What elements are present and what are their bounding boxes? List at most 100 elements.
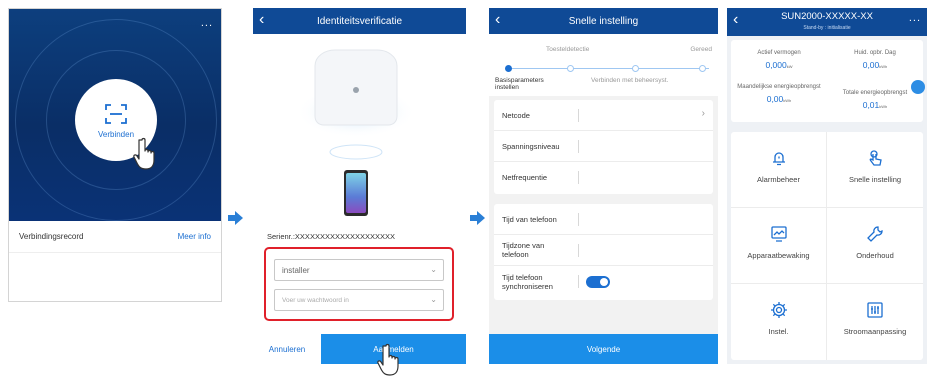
action-bar: Annuleren Aanmelden <box>253 334 466 364</box>
record-label: Verbindingsrecord <box>19 232 84 241</box>
page-title: Identiteitsverificatie <box>316 15 403 27</box>
cancel-button[interactable]: Annuleren <box>253 334 321 364</box>
header: ‹ SUN2000-XXXXX-XX Stand-by : initialisa… <box>727 8 927 36</box>
stat-value: 0,000kW <box>765 60 793 70</box>
device-home-screen: ‹ SUN2000-XXXXX-XX Stand-by : initialisa… <box>727 8 927 364</box>
tile-label: Stroomaanpassing <box>843 327 907 336</box>
field-label: Tijd telefoon synchroniseren <box>502 272 553 291</box>
page-title: Snelle instelling <box>568 15 639 27</box>
step-dot <box>567 65 574 72</box>
tile-power-adjustment[interactable]: Stroomaanpassing <box>827 284 923 360</box>
connect-panel: ... Verbinden <box>9 9 221 221</box>
field-label: Netcode <box>502 110 530 120</box>
connection-record-row: Verbindingsrecord Meer info <box>9 221 221 253</box>
monitor-icon <box>771 226 787 242</box>
divider <box>578 244 579 257</box>
stat-daily-yield: Huid. opbr. Dag 0,00kWh <box>827 50 923 70</box>
more-menu-icon[interactable]: ... <box>909 12 921 24</box>
identity-verification-screen: ‹ Identiteitsverificatie Serienr.:XXXXXX… <box>253 8 466 364</box>
next-button[interactable]: Volgende <box>489 334 718 364</box>
record-panel: Verbindingsrecord Meer info <box>9 221 221 301</box>
step-dot-active <box>505 65 512 72</box>
serial-number: Serienr.:XXXXXXXXXXXXXXXXXXXX <box>267 232 395 241</box>
device-illustration <box>296 49 416 216</box>
device-title: SUN2000-XXXXX-XX <box>781 11 873 22</box>
frequency-row[interactable]: Netfrequentie <box>494 162 713 193</box>
divider <box>578 140 579 153</box>
flow-arrow-icon <box>470 211 485 225</box>
username-select[interactable]: installer ⌄ <box>274 259 444 281</box>
hand-pointer-icon <box>133 137 155 170</box>
netcode-row[interactable]: Netcode › <box>494 100 713 131</box>
more-info-link[interactable]: Meer info <box>178 232 211 241</box>
field-label: Spanningsniveau <box>502 141 560 151</box>
step-line <box>509 68 709 69</box>
divider <box>578 275 579 288</box>
tile-label: Snelle instelling <box>848 175 902 184</box>
header: ‹ Identiteitsverificatie <box>253 8 466 34</box>
header: ‹ Snelle instelling <box>489 8 718 34</box>
grid-settings-card: Netcode › Spanningsniveau Netfrequentie <box>494 100 713 194</box>
device-body: Actief vermogen 0,000kW Huid. opbr. Dag … <box>727 36 927 364</box>
floating-chat-icon[interactable] <box>911 80 925 94</box>
gear-icon <box>771 302 787 318</box>
login-highlight-box: installer ⌄ Voer uw wachtwoord in ⌄ <box>264 247 454 321</box>
tile-settings[interactable]: Instel. <box>731 284 827 360</box>
settings-body: Toesteldetectie Gereed Basisparameters i… <box>489 34 718 334</box>
divider <box>578 213 579 226</box>
password-field[interactable]: Voer uw wachtwoord in ⌄ <box>274 289 444 311</box>
chevron-down-icon: ⌄ <box>430 265 437 274</box>
tile-label: Alarmbeheer <box>757 175 800 184</box>
flow-arrow-icon <box>228 211 243 225</box>
wrench-icon <box>867 226 883 242</box>
chevron-right-icon: › <box>701 108 705 119</box>
phone-time-card: Tijd van telefoon Tijdzone van telefoon … <box>494 204 713 300</box>
step-label-active: Basisparameters instellen <box>495 77 544 91</box>
tile-label: Apparaatbewaking <box>747 251 810 260</box>
step-indicator: Toesteldetectie Gereed Basisparameters i… <box>489 34 718 96</box>
more-menu-icon[interactable]: ... <box>201 17 213 29</box>
password-placeholder: Voer uw wachtwoord in <box>282 296 349 304</box>
stat-value: 0,00kWh <box>862 60 888 70</box>
stat-total-yield: Totale energieopbrengst 0,01kWh <box>827 90 923 110</box>
touch-icon <box>869 150 882 166</box>
field-label: Tijdzone van telefoon <box>502 241 545 259</box>
device-status: Stand-by : initialisatie <box>803 25 851 31</box>
step-dot <box>632 65 639 72</box>
step-label: Gereed <box>690 46 712 53</box>
tile-label: Instel. <box>768 327 789 336</box>
quick-settings-screen: ‹ Snelle instelling Toesteldetectie Gere… <box>489 8 718 364</box>
tile-quick-settings[interactable]: Snelle instelling <box>827 132 923 208</box>
sync-time-row: Tijd telefoon synchroniseren <box>494 266 713 297</box>
field-label: Tijd van telefoon <box>502 214 557 224</box>
scan-icon <box>105 104 127 124</box>
function-grid: Alarmbeheer Snelle instelling Apparaatbe… <box>731 132 923 360</box>
step-label: Verbinden met beheersyst. <box>591 77 669 84</box>
step-label: Toesteldetectie <box>546 46 590 53</box>
stat-monthly-yield: Maandelijkse energieopbrengst 0,00kWh <box>735 84 823 104</box>
tile-alarm-management[interactable]: Alarmbeheer <box>731 132 827 208</box>
sync-toggle[interactable] <box>586 276 610 288</box>
phone-time-row[interactable]: Tijd van telefoon <box>494 204 713 235</box>
tile-label: Onderhoud <box>856 251 894 260</box>
tile-device-monitoring[interactable]: Apparaatbewaking <box>731 208 827 284</box>
sliders-icon <box>867 302 883 318</box>
divider <box>578 109 579 122</box>
toggle-knob <box>600 278 608 286</box>
stat-label: Totale energieopbrengst <box>842 90 908 96</box>
stat-value: 0,01kWh <box>862 100 888 110</box>
voltage-level-row[interactable]: Spanningsniveau <box>494 131 713 162</box>
stat-label: Actief vermogen <box>757 50 801 56</box>
stat-value: 0,00kWh <box>766 94 792 104</box>
chevron-down-icon: ⌄ <box>430 295 437 304</box>
bell-icon <box>773 152 785 166</box>
field-label: Netfrequentie <box>502 173 548 182</box>
stat-active-power: Actief vermogen 0,000kW <box>731 50 827 70</box>
stat-label: Huid. opbr. Dag <box>854 50 896 56</box>
back-icon[interactable]: ‹ <box>259 12 264 28</box>
stat-label: Maandelijkse energieopbrengst <box>737 84 821 90</box>
connect-screen: ... Verbinden Verbindingsrecord Meer inf… <box>8 8 222 302</box>
back-icon[interactable]: ‹ <box>495 12 500 28</box>
tile-maintenance[interactable]: Onderhoud <box>827 208 923 284</box>
phone-timezone-row[interactable]: Tijdzone van telefoon <box>494 235 713 266</box>
